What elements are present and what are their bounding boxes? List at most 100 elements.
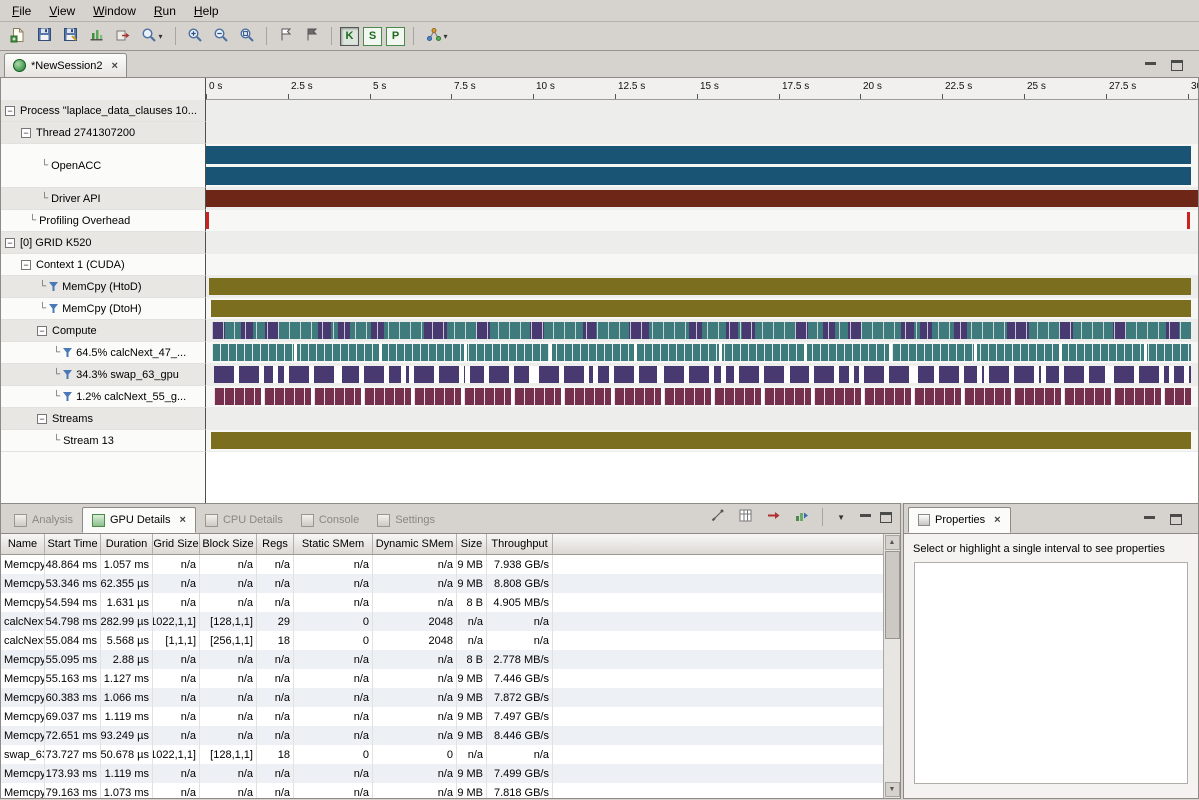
table-row[interactable]: Memcpy153.346 ms62.355 µsn/an/an/an/an/a… <box>1 574 883 593</box>
col-grid-size[interactable]: Grid Size <box>153 534 200 554</box>
row-openacc-track[interactable] <box>206 144 1198 188</box>
row-openacc-label[interactable]: └OpenACC <box>1 144 206 188</box>
row-streams[interactable]: −Streams <box>1 408 1198 430</box>
row-compute-label[interactable]: −Compute <box>1 320 206 342</box>
col-duration[interactable]: Duration <box>101 534 153 554</box>
row-streams-track[interactable] <box>206 408 1198 430</box>
scroll-down-icon[interactable]: ▼ <box>885 782 900 797</box>
row-profiling-overhead-track[interactable] <box>206 210 1198 232</box>
row-thread-track[interactable] <box>206 122 1198 144</box>
minimize-icon[interactable] <box>1144 60 1157 71</box>
export-button[interactable] <box>110 24 134 48</box>
process-timeline-toggle[interactable]: P <box>386 27 405 46</box>
time-ruler[interactable]: 0 s2.5 s5 s7.5 s10 s12.5 s15 s17.5 s20 s… <box>206 78 1198 100</box>
filter-icon[interactable] <box>49 282 58 291</box>
timeline-bar[interactable] <box>209 278 1191 295</box>
row-context-1[interactable]: −Context 1 (CUDA) <box>1 254 1198 276</box>
next-marker-button[interactable] <box>300 24 324 48</box>
row-kernel-swap63-label[interactable]: └34.3% swap_63_gpu <box>1 364 206 386</box>
row-memcpy-dtoh-label[interactable]: └MemCpy (DtoH) <box>1 298 206 320</box>
zoom-out-button[interactable] <box>209 24 233 48</box>
row-kernel-calcnext55-label[interactable]: └1.2% calcNext_55_g... <box>1 386 206 408</box>
table-row[interactable]: Memcpy148.864 ms1.057 msn/an/an/an/an/a9… <box>1 555 883 574</box>
table-row[interactable]: Memcpy173.93 ms1.119 msn/an/an/an/an/a9 … <box>1 764 883 783</box>
table-row[interactable]: Memcpy172.651 ms93.249 µsn/an/an/an/an/a… <box>1 726 883 745</box>
row-memcpy-htod[interactable]: └MemCpy (HtoD) <box>1 276 1198 298</box>
goto-timeline-button[interactable] <box>761 505 785 529</box>
minimize-icon[interactable] <box>1143 514 1156 525</box>
table-scrollbar[interactable]: ▲ ▼ <box>883 534 900 798</box>
collapse-icon[interactable]: − <box>21 260 31 270</box>
row-process[interactable]: −Process "laplace_data_clauses 10... <box>1 100 1198 122</box>
row-profiling-overhead-label[interactable]: └Profiling Overhead <box>1 210 206 232</box>
tab-settings[interactable]: Settings <box>368 507 444 533</box>
concurrent-kernels-button[interactable] <box>705 505 729 529</box>
table-row[interactable]: Memcpy154.594 ms1.631 µsn/an/an/an/an/a8… <box>1 593 883 612</box>
maximize-icon[interactable] <box>1170 514 1182 525</box>
maximize-icon[interactable] <box>880 512 892 523</box>
save-button[interactable] <box>32 24 56 48</box>
row-memcpy-htod-track[interactable] <box>206 276 1198 298</box>
row-kernel-calcnext47-label[interactable]: └64.5% calcNext_47_... <box>1 342 206 364</box>
kernel-timeline-toggle[interactable]: K <box>340 27 359 46</box>
timeline-bar[interactable] <box>214 366 1191 383</box>
timeline-bar[interactable] <box>1187 212 1190 229</box>
tab-console[interactable]: Console <box>292 507 368 533</box>
row-grid-k520[interactable]: −[0] GRID K520 <box>1 232 1198 254</box>
table-row[interactable]: Memcpy169.037 ms1.119 msn/an/an/an/an/a9… <box>1 707 883 726</box>
row-driver-api[interactable]: └Driver API <box>1 188 1198 210</box>
search-button[interactable]: ▾ <box>136 24 168 48</box>
table-row[interactable]: Memcpy179.163 ms1.073 msn/an/an/an/an/a9… <box>1 783 883 798</box>
filter-icon[interactable] <box>49 304 58 313</box>
close-tab-icon[interactable]: × <box>180 514 186 526</box>
scrollbar-thumb[interactable] <box>885 551 900 639</box>
table-row[interactable]: calcNext155.084 ms5.568 µs[1,1,1][256,1,… <box>1 631 883 650</box>
table-row[interactable]: calcNext154.798 ms282.99 µs[1022,1,1][12… <box>1 612 883 631</box>
menu-run[interactable]: Run <box>146 2 184 20</box>
analysis-button[interactable]: ▾ <box>421 24 453 48</box>
col-dynamic-smem[interactable]: Dynamic SMem <box>373 534 457 554</box>
collapse-icon[interactable]: − <box>5 238 15 248</box>
table-row[interactable]: swap_63173.727 ms50.678 µs[1022,1,1][128… <box>1 745 883 764</box>
row-grid-k520-track[interactable] <box>206 232 1198 254</box>
col-start-time[interactable]: Start Time <box>45 534 101 554</box>
row-stream-13-label[interactable]: └Stream 13 <box>1 430 206 452</box>
row-stream-13[interactable]: └Stream 13 <box>1 430 1198 452</box>
row-profiling-overhead[interactable]: └Profiling Overhead <box>1 210 1198 232</box>
zoom-fit-button[interactable] <box>235 24 259 48</box>
row-thread[interactable]: −Thread 2741307200 <box>1 122 1198 144</box>
row-kernel-calcnext47[interactable]: └64.5% calcNext_47_... <box>1 342 1198 364</box>
timeline-bar[interactable] <box>214 388 1191 405</box>
columns-button[interactable] <box>733 505 757 529</box>
timeline-bar[interactable] <box>212 344 1191 361</box>
col-name[interactable]: Name <box>1 534 45 554</box>
row-grid-k520-label[interactable]: −[0] GRID K520 <box>1 232 206 254</box>
row-memcpy-dtoh-track[interactable] <box>206 298 1198 320</box>
session-tab[interactable]: *NewSession2 × <box>4 53 127 77</box>
table-row[interactable]: Memcpy155.163 ms1.127 msn/an/an/an/an/a9… <box>1 669 883 688</box>
timeline-bar[interactable] <box>212 322 1191 339</box>
tab-cpu-details[interactable]: CPU Details <box>196 507 292 533</box>
timeline-bar[interactable] <box>206 146 1191 164</box>
row-openacc[interactable]: └OpenACC <box>1 144 1198 188</box>
maximize-icon[interactable] <box>1171 60 1183 71</box>
zoom-in-button[interactable] <box>183 24 207 48</box>
row-thread-label[interactable]: −Thread 2741307200 <box>1 122 206 144</box>
collapse-icon[interactable]: − <box>37 326 47 336</box>
row-streams-label[interactable]: −Streams <box>1 408 206 430</box>
row-kernel-calcnext47-track[interactable] <box>206 342 1198 364</box>
row-memcpy-dtoh[interactable]: └MemCpy (DtoH) <box>1 298 1198 320</box>
row-driver-api-label[interactable]: └Driver API <box>1 188 206 210</box>
row-kernel-swap63-track[interactable] <box>206 364 1198 386</box>
row-context-1-track[interactable] <box>206 254 1198 276</box>
timeline-bar[interactable] <box>206 212 209 229</box>
row-memcpy-htod-label[interactable]: └MemCpy (HtoD) <box>1 276 206 298</box>
collapse-icon[interactable]: − <box>5 106 15 116</box>
col-regs[interactable]: Regs <box>257 534 294 554</box>
row-process-label[interactable]: −Process "laplace_data_clauses 10... <box>1 100 206 122</box>
filter-icon[interactable] <box>63 348 72 357</box>
new-session-button[interactable] <box>6 24 30 48</box>
tab-properties[interactable]: Properties × <box>908 507 1011 533</box>
tab-gpu-details[interactable]: GPU Details× <box>82 507 196 533</box>
row-context-1-label[interactable]: −Context 1 (CUDA) <box>1 254 206 276</box>
